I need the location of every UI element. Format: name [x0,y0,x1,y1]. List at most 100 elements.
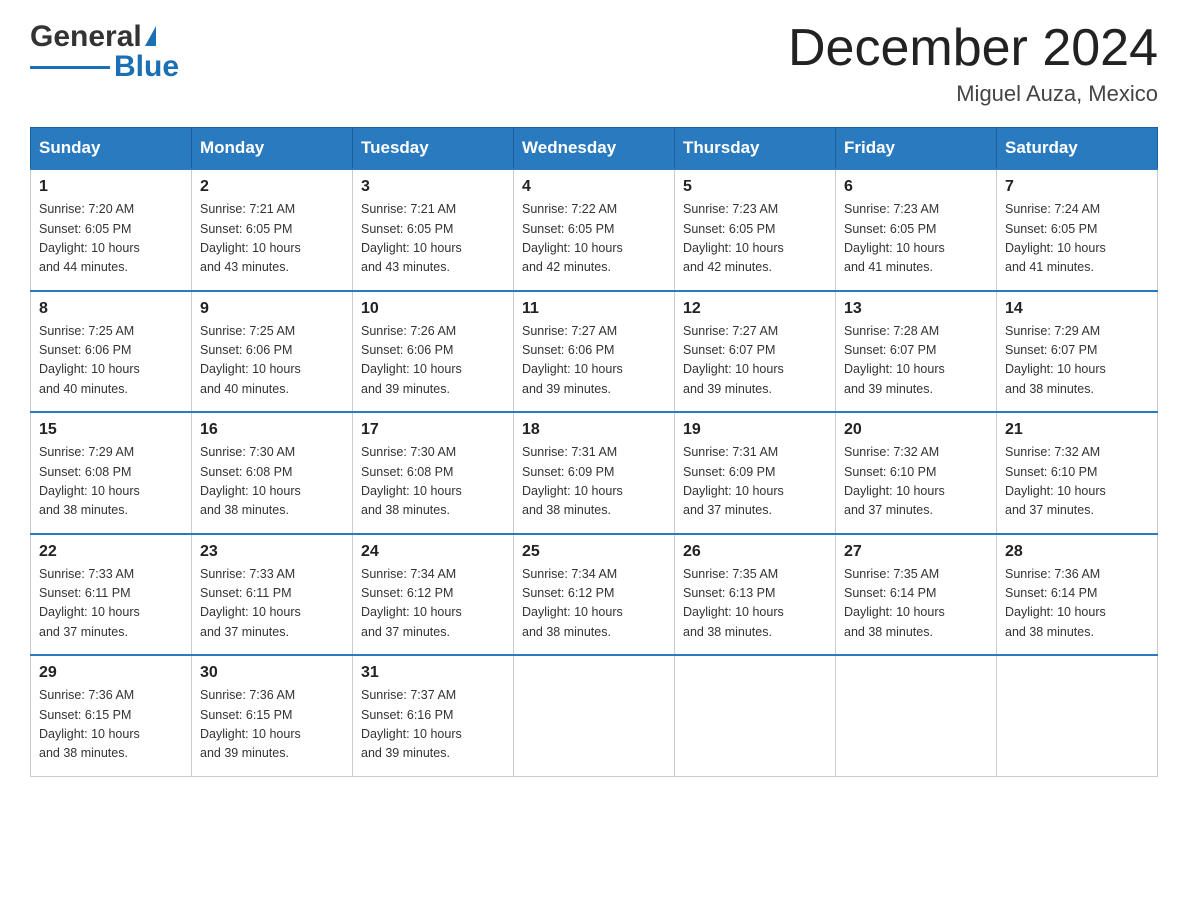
day-number: 19 [683,421,827,439]
day-number: 20 [844,421,988,439]
calendar-cell: 18 Sunrise: 7:31 AMSunset: 6:09 PMDayligh… [514,412,675,534]
day-number: 10 [361,300,505,318]
day-number: 6 [844,178,988,196]
day-info: Sunrise: 7:36 AMSunset: 6:15 PMDaylight:… [39,686,183,764]
calendar-cell: 15 Sunrise: 7:29 AMSunset: 6:08 PMDayligh… [31,412,192,534]
week-row-1: 1 Sunrise: 7:20 AMSunset: 6:05 PMDaylight… [31,169,1158,291]
day-info: Sunrise: 7:31 AMSunset: 6:09 PMDaylight:… [522,443,666,521]
weekday-header-saturday: Saturday [997,128,1158,170]
day-info: Sunrise: 7:35 AMSunset: 6:13 PMDaylight:… [683,565,827,643]
day-info: Sunrise: 7:21 AMSunset: 6:05 PMDaylight:… [361,200,505,278]
calendar-cell: 12 Sunrise: 7:27 AMSunset: 6:07 PMDayligh… [675,291,836,413]
calendar-cell: 4 Sunrise: 7:22 AMSunset: 6:05 PMDaylight… [514,169,675,291]
calendar-cell: 21 Sunrise: 7:32 AMSunset: 6:10 PMDayligh… [997,412,1158,534]
day-info: Sunrise: 7:32 AMSunset: 6:10 PMDaylight:… [1005,443,1149,521]
day-info: Sunrise: 7:25 AMSunset: 6:06 PMDaylight:… [200,322,344,400]
week-row-3: 15 Sunrise: 7:29 AMSunset: 6:08 PMDayligh… [31,412,1158,534]
day-info: Sunrise: 7:34 AMSunset: 6:12 PMDaylight:… [522,565,666,643]
day-number: 25 [522,543,666,561]
day-info: Sunrise: 7:29 AMSunset: 6:08 PMDaylight:… [39,443,183,521]
day-number: 22 [39,543,183,561]
header-right: December 2024 Miguel Auza, Mexico [788,20,1158,107]
calendar-cell: 30Sunrise: 7:36 AMSunset: 6:15 PMDayligh… [192,655,353,776]
calendar-cell [675,655,836,776]
weekday-header-sunday: Sunday [31,128,192,170]
calendar-cell: 3 Sunrise: 7:21 AMSunset: 6:05 PMDaylight… [353,169,514,291]
month-title: December 2024 [788,20,1158,77]
calendar-cell: 26 Sunrise: 7:35 AMSunset: 6:13 PMDayligh… [675,534,836,656]
logo-general: General [30,20,142,54]
day-info: Sunrise: 7:28 AMSunset: 6:07 PMDaylight:… [844,322,988,400]
day-info: Sunrise: 7:23 AMSunset: 6:05 PMDaylight:… [844,200,988,278]
day-info: Sunrise: 7:32 AMSunset: 6:10 PMDaylight:… [844,443,988,521]
day-info: Sunrise: 7:21 AMSunset: 6:05 PMDaylight:… [200,200,344,278]
day-number: 30 [200,664,344,682]
weekday-header-thursday: Thursday [675,128,836,170]
day-number: 12 [683,300,827,318]
day-number: 11 [522,300,666,318]
logo-underline [30,66,110,69]
day-number: 1 [39,178,183,196]
calendar-cell: 23Sunrise: 7:33 AMSunset: 6:11 PMDayligh… [192,534,353,656]
day-number: 28 [1005,543,1149,561]
location: Miguel Auza, Mexico [788,81,1158,107]
calendar-table: SundayMondayTuesdayWednesdayThursdayFrid… [30,127,1158,777]
day-number: 15 [39,421,183,439]
week-row-5: 29 Sunrise: 7:36 AMSunset: 6:15 PMDayligh… [31,655,1158,776]
calendar-cell [997,655,1158,776]
logo: General Blue [30,20,179,84]
calendar-cell: 10Sunrise: 7:26 AMSunset: 6:06 PMDayligh… [353,291,514,413]
day-number: 8 [39,300,183,318]
calendar-cell: 22 Sunrise: 7:33 AMSunset: 6:11 PMDayligh… [31,534,192,656]
calendar-cell: 2Sunrise: 7:21 AMSunset: 6:05 PMDaylight… [192,169,353,291]
calendar-cell: 1 Sunrise: 7:20 AMSunset: 6:05 PMDaylight… [31,169,192,291]
day-number: 4 [522,178,666,196]
day-info: Sunrise: 7:33 AMSunset: 6:11 PMDaylight:… [39,565,183,643]
day-info: Sunrise: 7:37 AMSunset: 6:16 PMDaylight:… [361,686,505,764]
calendar-cell: 17 Sunrise: 7:30 AMSunset: 6:08 PMDayligh… [353,412,514,534]
day-info: Sunrise: 7:24 AMSunset: 6:05 PMDaylight:… [1005,200,1149,278]
calendar-cell: 5Sunrise: 7:23 AMSunset: 6:05 PMDaylight… [675,169,836,291]
day-info: Sunrise: 7:30 AMSunset: 6:08 PMDaylight:… [361,443,505,521]
calendar-cell [514,655,675,776]
calendar-cell: 9 Sunrise: 7:25 AMSunset: 6:06 PMDaylight… [192,291,353,413]
day-number: 13 [844,300,988,318]
day-number: 31 [361,664,505,682]
day-number: 3 [361,178,505,196]
weekday-header-wednesday: Wednesday [514,128,675,170]
calendar-cell: 27Sunrise: 7:35 AMSunset: 6:14 PMDayligh… [836,534,997,656]
day-number: 17 [361,421,505,439]
day-info: Sunrise: 7:22 AMSunset: 6:05 PMDaylight:… [522,200,666,278]
weekday-header-tuesday: Tuesday [353,128,514,170]
day-info: Sunrise: 7:30 AMSunset: 6:08 PMDaylight:… [200,443,344,521]
calendar-cell: 24Sunrise: 7:34 AMSunset: 6:12 PMDayligh… [353,534,514,656]
day-number: 16 [200,421,344,439]
day-info: Sunrise: 7:20 AMSunset: 6:05 PMDaylight:… [39,200,183,278]
day-info: Sunrise: 7:29 AMSunset: 6:07 PMDaylight:… [1005,322,1149,400]
day-info: Sunrise: 7:25 AMSunset: 6:06 PMDaylight:… [39,322,183,400]
day-info: Sunrise: 7:27 AMSunset: 6:06 PMDaylight:… [522,322,666,400]
day-number: 24 [361,543,505,561]
day-number: 14 [1005,300,1149,318]
calendar-cell: 11 Sunrise: 7:27 AMSunset: 6:06 PMDayligh… [514,291,675,413]
weekday-header-friday: Friday [836,128,997,170]
day-number: 9 [200,300,344,318]
day-info: Sunrise: 7:36 AMSunset: 6:14 PMDaylight:… [1005,565,1149,643]
calendar-cell: 14 Sunrise: 7:29 AMSunset: 6:07 PMDayligh… [997,291,1158,413]
day-number: 27 [844,543,988,561]
logo-triangle-icon [145,26,156,46]
day-number: 26 [683,543,827,561]
calendar-cell: 19 Sunrise: 7:31 AMSunset: 6:09 PMDayligh… [675,412,836,534]
day-info: Sunrise: 7:31 AMSunset: 6:09 PMDaylight:… [683,443,827,521]
calendar-cell: 29 Sunrise: 7:36 AMSunset: 6:15 PMDayligh… [31,655,192,776]
day-number: 21 [1005,421,1149,439]
day-number: 7 [1005,178,1149,196]
day-info: Sunrise: 7:27 AMSunset: 6:07 PMDaylight:… [683,322,827,400]
page-header: General Blue December 2024 Miguel Auza, … [30,20,1158,107]
calendar-cell: 7 Sunrise: 7:24 AMSunset: 6:05 PMDaylight… [997,169,1158,291]
day-number: 29 [39,664,183,682]
logo-blue: Blue [114,50,179,84]
calendar-cell [836,655,997,776]
day-number: 18 [522,421,666,439]
day-number: 23 [200,543,344,561]
